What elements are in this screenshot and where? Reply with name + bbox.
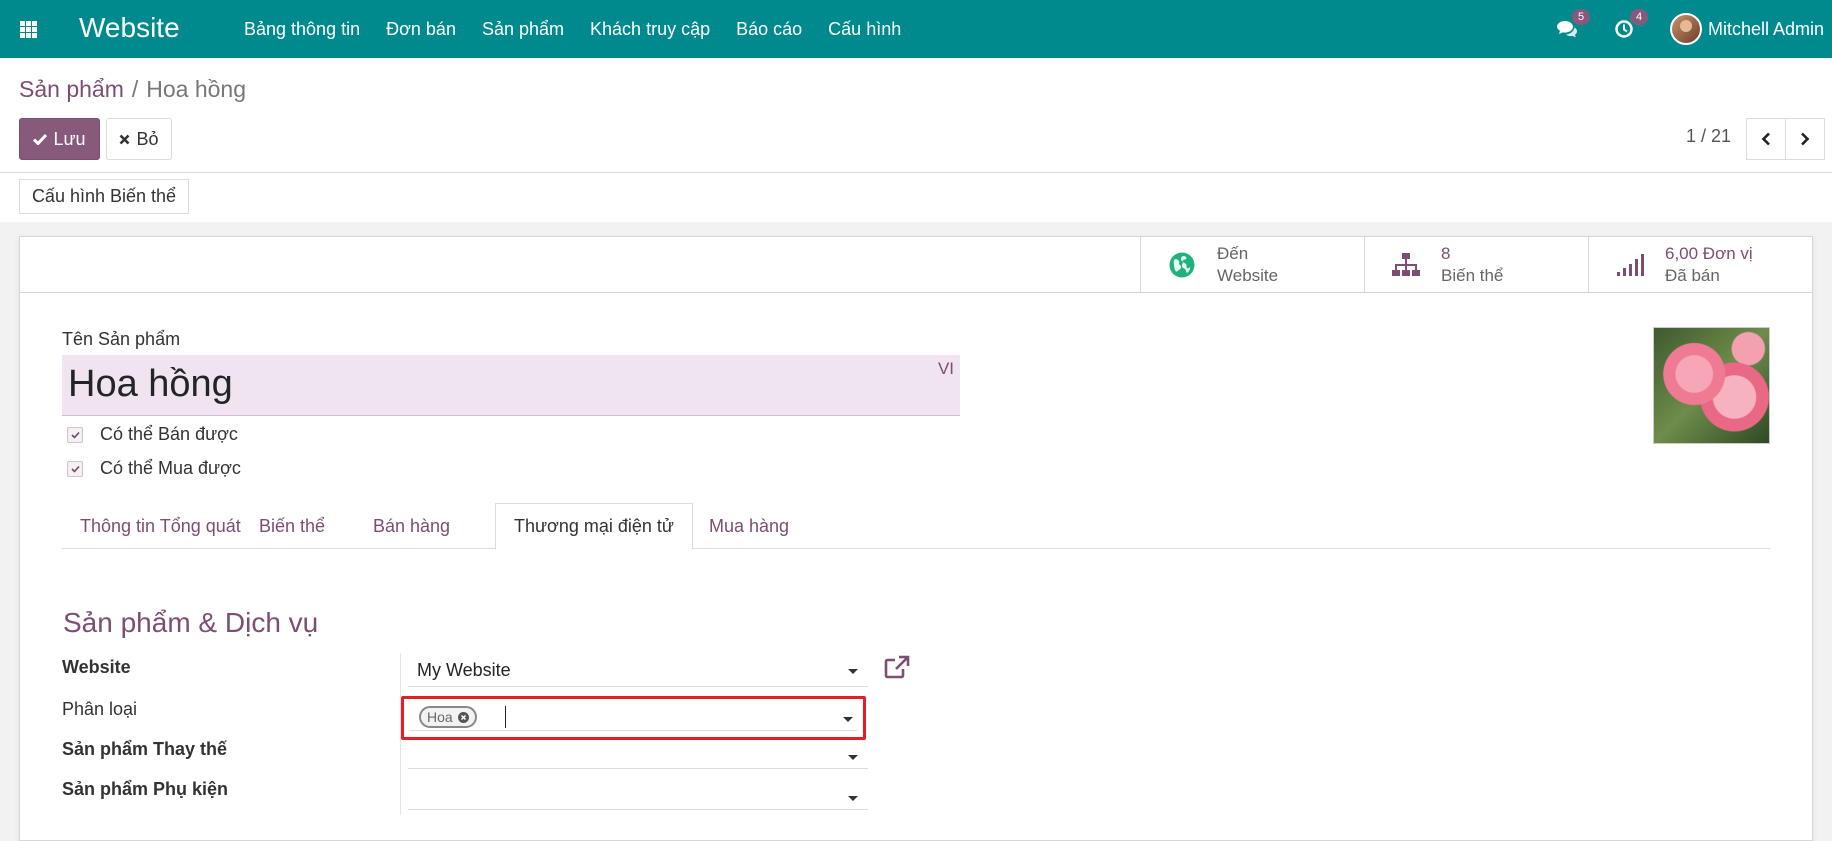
can-be-sold-checkbox[interactable]	[67, 426, 83, 443]
external-link-icon	[884, 655, 910, 679]
tab-ecommerce[interactable]: Thương mại điện tử	[495, 503, 693, 550]
website-smart-value: Đến	[1217, 244, 1249, 263]
menu-item-visitors[interactable]: Khách truy cập	[590, 19, 710, 40]
sold-quantity: 6,00 Đơn vị	[1665, 244, 1753, 263]
caret-down-icon[interactable]	[843, 717, 853, 722]
can-be-sold-row: Có thể Bán được	[62, 424, 238, 445]
messaging-menu[interactable]: 5	[1556, 9, 1591, 39]
tab-general-info[interactable]: Thông tin Tổng quát	[62, 503, 259, 549]
breadcrumb-separator: /	[131, 76, 139, 102]
caret-down-icon[interactable]	[848, 796, 858, 801]
product-name-value: Hoa hồng	[68, 363, 233, 405]
go-to-website-button[interactable]: Đến Website	[1140, 237, 1364, 293]
website-label: Website	[62, 657, 131, 677]
text-cursor	[505, 706, 506, 728]
can-be-purchased-checkbox[interactable]	[67, 460, 83, 477]
pager-value[interactable]: 1 / 21	[1686, 126, 1731, 147]
variants-label: Biến thể	[1441, 266, 1504, 285]
caret-down-icon[interactable]	[848, 669, 858, 674]
apps-menu-icon[interactable]	[20, 21, 37, 38]
divider	[0, 172, 1832, 173]
messages-badge: 5	[1571, 9, 1591, 25]
menu-item-configuration[interactable]: Cấu hình	[828, 19, 901, 40]
remove-tag-icon[interactable]	[457, 711, 469, 723]
alternative-products-label: Sản phẩm Thay thế	[62, 739, 228, 759]
accessory-products-input[interactable]	[408, 778, 868, 810]
smart-button-box: Đến Website 8 Biến thể 6,00 Đơn vị Đã bá…	[20, 237, 1812, 293]
category-tag: Hoa	[419, 706, 477, 728]
user-name[interactable]: Mitchell Admin	[1708, 19, 1824, 40]
menu-item-products[interactable]: Sản phẩm	[482, 19, 564, 40]
check-icon	[33, 133, 48, 145]
caret-down-icon[interactable]	[848, 755, 858, 760]
menu-item-orders[interactable]: Đơn bán	[386, 19, 456, 40]
breadcrumb-parent[interactable]: Sản phẩm	[19, 76, 124, 102]
signal-icon	[1617, 254, 1644, 276]
menu-item-reports[interactable]: Báo cáo	[736, 19, 802, 40]
accessory-products-label: Sản phẩm Phụ kiện	[62, 779, 229, 799]
form-sheet: Đến Website 8 Biến thể 6,00 Đơn vị Đã bá…	[19, 236, 1813, 841]
group-title: Sản phẩm & Dịch vụ	[63, 607, 319, 638]
variants-smart-button[interactable]: 8 Biến thể	[1364, 237, 1588, 293]
discard-button[interactable]: Bỏ	[106, 118, 172, 160]
website-smart-label: Website	[1217, 266, 1279, 285]
can-be-purchased-row: Có thể Mua được	[62, 458, 241, 479]
activities-badge: 4	[1629, 9, 1649, 25]
systray: 5 4 Mitchell Admin	[1556, 0, 1832, 58]
variants-count: 8	[1441, 244, 1451, 263]
activity-menu[interactable]: 4	[1614, 9, 1649, 39]
save-button-label: Lưu	[53, 128, 86, 149]
discard-button-label: Bỏ	[136, 128, 159, 149]
checkmark-icon	[70, 431, 80, 439]
app-brand[interactable]: Website	[79, 12, 180, 44]
pager-previous-button[interactable]	[1746, 118, 1786, 160]
category-tag-label: Hoa	[427, 709, 453, 725]
field-underline	[410, 730, 857, 731]
website-select[interactable]: My Website	[408, 655, 868, 687]
alternative-products-input[interactable]	[408, 737, 868, 769]
checkmark-icon	[70, 465, 80, 473]
breadcrumb: Sản phẩm / Hoa hồng	[19, 76, 246, 103]
pager-next-button[interactable]	[1785, 118, 1825, 160]
open-record-button[interactable]	[884, 655, 910, 684]
top-navbar: Website Bảng thông tin Đơn bán Sản phẩm …	[0, 0, 1832, 58]
can-be-sold-label: Có thể Bán được	[100, 424, 238, 444]
category-tags-field[interactable]: Hoa	[401, 696, 866, 740]
tab-variants[interactable]: Biến thể	[241, 503, 343, 549]
chevron-right-icon	[1801, 132, 1810, 146]
breadcrumb-current: Hoa hồng	[146, 76, 246, 102]
product-name-label: Tên Sản phẩm	[62, 329, 181, 349]
configure-variants-button[interactable]: Cấu hình Biến thể	[19, 179, 189, 214]
menu-item-dashboard[interactable]: Bảng thông tin	[244, 19, 360, 40]
product-name-input[interactable]: Hoa hồng VI	[62, 355, 960, 416]
sitemap-icon	[1392, 253, 1420, 276]
chevron-left-icon	[1761, 132, 1770, 146]
main-menu: Bảng thông tin Đơn bán Sản phẩm Khách tr…	[244, 0, 927, 58]
avatar[interactable]	[1669, 13, 1702, 45]
sold-smart-button[interactable]: 6,00 Đơn vị Đã bán	[1588, 237, 1812, 293]
can-be-purchased-label: Có thể Mua được	[100, 458, 241, 478]
product-image[interactable]	[1653, 327, 1770, 444]
translate-button[interactable]: VI	[938, 359, 954, 379]
save-button[interactable]: Lưu	[19, 118, 100, 160]
category-label: Phân loại	[62, 699, 138, 719]
tab-purchase[interactable]: Mua hàng	[691, 503, 807, 549]
globe-icon	[1169, 252, 1195, 278]
sold-label: Đã bán	[1665, 266, 1720, 285]
close-icon	[120, 134, 130, 144]
notebook-tabs: Thông tin Tổng quát Biến thể Bán hàng Th…	[62, 503, 1770, 550]
website-select-value: My Website	[417, 660, 511, 680]
tab-sales[interactable]: Bán hàng	[355, 503, 468, 549]
